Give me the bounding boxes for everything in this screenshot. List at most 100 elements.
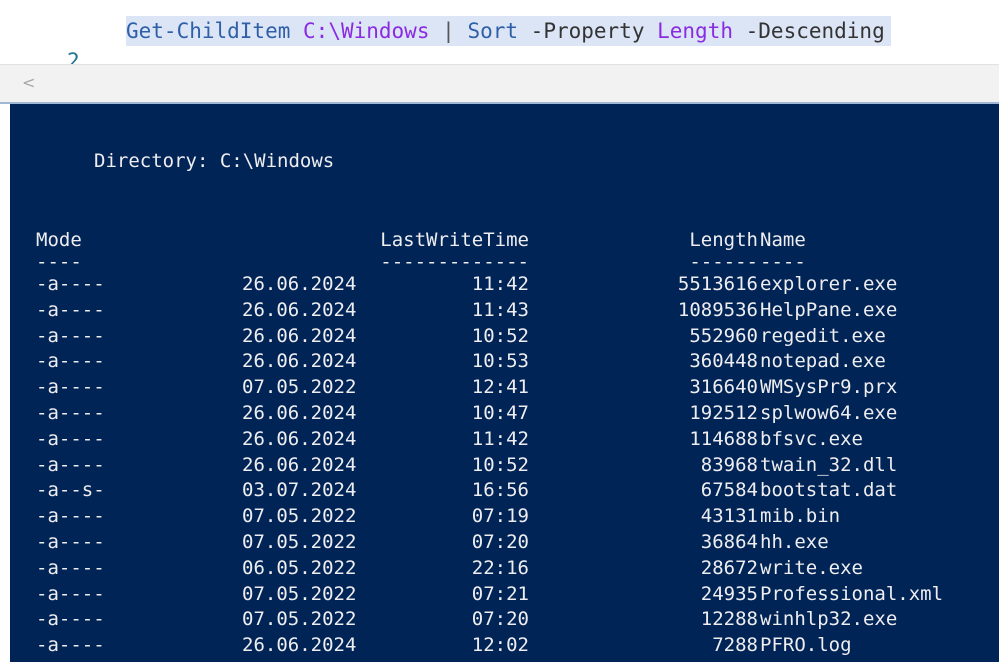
underline-name: ---- xyxy=(760,251,806,273)
time-cell: 10:52 xyxy=(471,324,529,347)
header-length: Length xyxy=(689,229,758,251)
table-row: -a---- 07.05.2022 07:19 43131 mib.bin xyxy=(10,504,999,528)
date-cell: 07.05.2022 xyxy=(242,531,357,553)
mode-cell: -a---- xyxy=(36,556,105,579)
console-pane[interactable]: Directory: C:\Windows Mode LastWriteTime… xyxy=(10,104,999,662)
length-cell: 12288 xyxy=(700,608,758,631)
time-cell: 11:42 xyxy=(471,273,529,295)
length-cell: 192512 xyxy=(689,402,758,424)
pipe-token: | xyxy=(442,19,455,43)
time-cell: 10:52 xyxy=(471,453,529,476)
table-row: -a---- 26.06.2024 10:52 552960 regedit.exe xyxy=(10,324,999,348)
length-cell: 67584 xyxy=(700,479,758,502)
table-row: -a---- 26.06.2024 11:43 1089536 HelpPane.exe xyxy=(10,298,999,322)
date-cell: 26.06.2024 xyxy=(242,453,357,476)
time-cell: 22:16 xyxy=(471,556,529,579)
name-cell: splwow64.exe xyxy=(760,402,898,424)
time-cell: 12:41 xyxy=(471,376,529,399)
table-row: -a---- 26.06.2024 10:47 192512 splwow64.exe xyxy=(10,401,999,425)
mode-cell: -a---- xyxy=(36,582,105,605)
time-cell: 10:47 xyxy=(471,402,529,424)
line-number: 2 xyxy=(67,49,80,64)
table-row: -a---- 07.05.2022 07:20 12288 winhlp32.exe xyxy=(10,607,999,631)
name-cell: WMSysPr9.prx xyxy=(760,376,898,399)
directory-line: Directory: C:\Windows xyxy=(94,149,334,173)
mode-cell: -a--s- xyxy=(36,479,105,502)
table-row: -a---- 07.05.2022 07:20 36864 hh.exe xyxy=(10,530,999,554)
length-cell: 114688 xyxy=(689,427,758,450)
name-cell: twain_32.dll xyxy=(760,453,898,476)
name-cell: regedit.exe xyxy=(760,324,886,347)
date-cell: 26.06.2024 xyxy=(242,427,357,450)
date-cell: 26.06.2024 xyxy=(242,402,357,424)
mode-cell: -a---- xyxy=(36,324,105,347)
cmdlet-token: Get-ChildItem xyxy=(126,19,291,43)
length-cell: 7288 xyxy=(712,634,758,657)
table-row: -a--s- 03.07.2024 16:56 67584 bootstat.dat xyxy=(10,478,999,502)
editor-line[interactable]: 2 Get-ChildItem C:\Windows | Sort -Prope… xyxy=(0,16,999,64)
mode-cell: -a---- xyxy=(36,608,105,631)
date-cell: 26.06.2024 xyxy=(242,298,357,321)
underline-lastwritetime: ------------- xyxy=(380,251,529,273)
header-mode: Mode xyxy=(36,229,82,251)
table-row: -a---- 26.06.2024 12:02 7288 PFRO.log xyxy=(10,633,999,657)
underline-mode: ---- xyxy=(36,251,82,273)
name-cell: HelpPane.exe xyxy=(760,298,898,321)
table-row: -a---- 26.06.2024 10:53 360448 notepad.exe xyxy=(10,349,999,373)
length-cell: 360448 xyxy=(689,350,758,373)
table-header: Mode LastWriteTime Length Name xyxy=(10,228,999,252)
horizontal-scrollbar[interactable]: < xyxy=(0,64,999,104)
scroll-left-icon[interactable]: < xyxy=(22,73,35,92)
time-cell: 07:19 xyxy=(471,505,529,528)
code-line[interactable]: Get-ChildItem C:\Windows | Sort -Propert… xyxy=(126,16,891,46)
directory-path: C:\Windows xyxy=(219,150,335,172)
header-lastwritetime: LastWriteTime xyxy=(380,229,529,251)
name-cell: bootstat.dat xyxy=(760,479,898,502)
underline-length: ------ xyxy=(689,251,758,273)
argument-token: Length xyxy=(657,19,733,43)
header-name: Name xyxy=(760,229,806,251)
mode-cell: -a---- xyxy=(36,273,105,295)
name-cell: winhlp32.exe xyxy=(760,608,898,631)
parameter-token: -Property xyxy=(530,19,645,43)
time-cell: 11:42 xyxy=(471,427,529,450)
name-cell: hh.exe xyxy=(760,531,829,553)
table-row: -a---- 26.06.2024 11:42 5513616 explorer.exe xyxy=(10,272,999,296)
mode-cell: -a---- xyxy=(36,376,105,399)
date-cell: 06.05.2022 xyxy=(242,556,357,579)
date-cell: 26.06.2024 xyxy=(242,324,357,347)
table-row: -a---- 06.05.2022 22:16 28672 write.exe xyxy=(10,556,999,580)
directory-label: Directory: xyxy=(94,150,209,172)
time-cell: 11:43 xyxy=(471,298,529,321)
length-cell: 83968 xyxy=(700,453,758,476)
mode-cell: -a---- xyxy=(36,531,105,553)
time-cell: 12:02 xyxy=(471,634,529,657)
table-row: -a---- 26.06.2024 11:42 114688 bfsvc.exe xyxy=(10,427,999,451)
mode-cell: -a---- xyxy=(36,505,105,528)
date-cell: 07.05.2022 xyxy=(242,376,357,399)
mode-cell: -a---- xyxy=(36,634,105,657)
name-cell: PFRO.log xyxy=(760,634,852,657)
length-cell: 36864 xyxy=(700,531,758,553)
time-cell: 07:21 xyxy=(471,582,529,605)
name-cell: notepad.exe xyxy=(760,350,886,373)
date-cell: 26.06.2024 xyxy=(242,634,357,657)
table-row: -a---- 07.05.2022 07:21 24935 Professional.x… xyxy=(10,582,999,606)
cmdlet-token: Sort xyxy=(467,19,519,43)
date-cell: 07.05.2022 xyxy=(242,608,357,631)
date-cell: 07.05.2022 xyxy=(242,505,357,528)
date-cell: 26.06.2024 xyxy=(242,273,357,295)
date-cell: 03.07.2024 xyxy=(242,479,357,502)
script-editor[interactable]: 2 Get-ChildItem C:\Windows | Sort -Prope… xyxy=(0,0,999,64)
length-cell: 552960 xyxy=(689,324,758,347)
table-underline: ---- ------------- ------ ---- xyxy=(10,250,999,274)
parameter-token: -Descending xyxy=(745,19,885,43)
path-token: C:\Windows xyxy=(303,19,430,43)
length-cell: 24935 xyxy=(700,582,758,605)
time-cell: 16:56 xyxy=(471,479,529,502)
time-cell: 07:20 xyxy=(471,608,529,631)
date-cell: 26.06.2024 xyxy=(242,350,357,373)
length-cell: 5513616 xyxy=(677,273,758,295)
time-cell: 07:20 xyxy=(471,531,529,553)
name-cell: mib.bin xyxy=(760,505,841,528)
